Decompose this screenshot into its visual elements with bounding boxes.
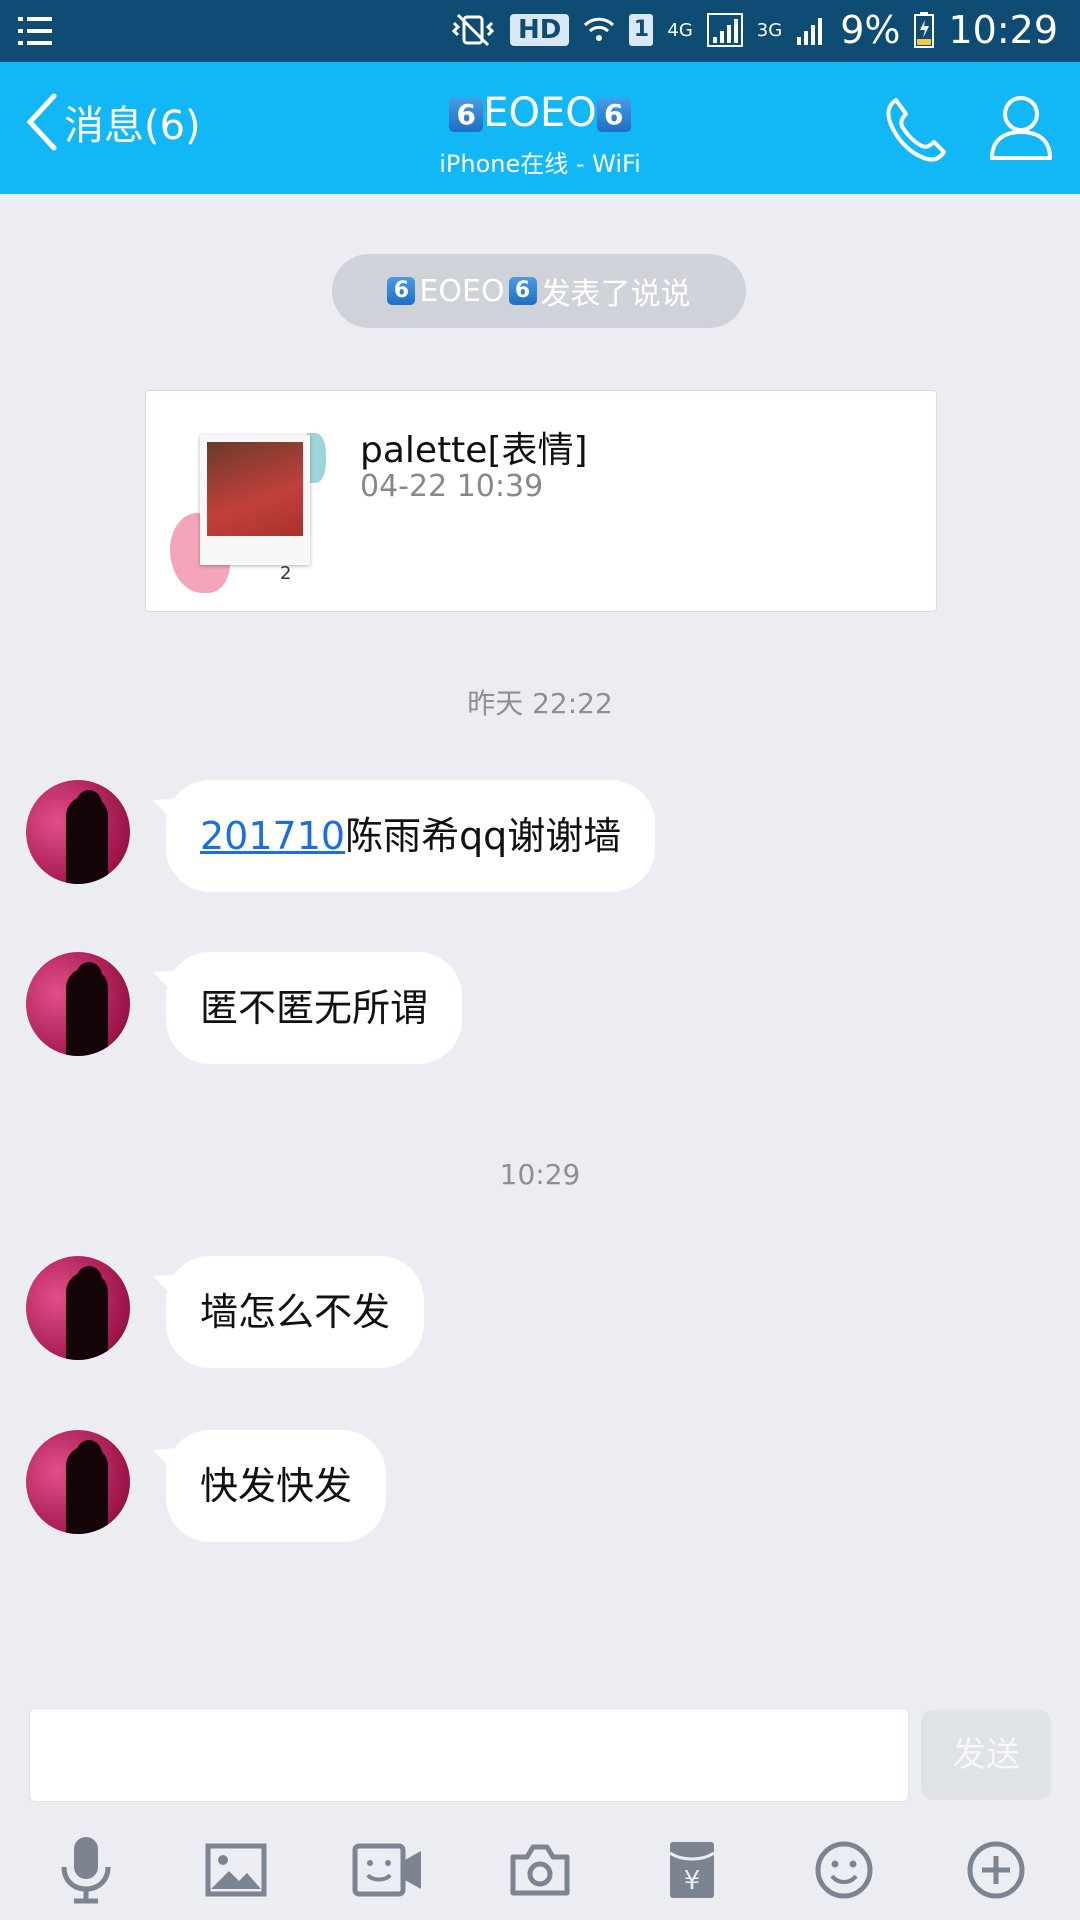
emoji-six-icon: 6 — [449, 98, 484, 132]
status-bar: HD 1 4G 3G 9% 10:29 — [0, 0, 1080, 62]
image-count: 2 — [280, 563, 292, 584]
red-packet-icon: ¥ — [669, 1842, 715, 1898]
mute-vibrate-icon — [451, 13, 495, 47]
send-button[interactable]: 发送 — [921, 1710, 1051, 1800]
message-text: 快发快发 — [200, 1464, 353, 1508]
notice-name: EOEO — [419, 273, 505, 309]
message-text: 陈雨希qq谢谢墙 — [345, 814, 622, 858]
network-3g-label: 3G — [756, 19, 783, 41]
network-4g-label: 4G — [667, 19, 693, 41]
post-thumbnail: 2 — [170, 433, 326, 593]
chat-header: 消息(6) 6 EOEO 6 iPhone在线 - WiFi — [0, 62, 1080, 194]
svg-text:¥: ¥ — [684, 1866, 701, 1896]
message-bubble[interactable]: 201710陈雨希qq谢谢墙 — [166, 780, 656, 892]
emoji-six-icon: 6 — [508, 277, 537, 305]
number-link[interactable]: 201710 — [200, 814, 345, 858]
post-title: palette[表情] — [360, 430, 588, 471]
message-bubble[interactable]: 匿不匿无所谓 — [166, 952, 463, 1064]
red-packet-icon[interactable]: ¥ — [652, 1830, 732, 1910]
phone-icon[interactable] — [882, 94, 952, 164]
message-input[interactable] — [29, 1708, 909, 1802]
video-icon — [352, 1843, 421, 1897]
message-bubble[interactable]: 墙怎么不发 — [166, 1256, 425, 1368]
status-update-notice[interactable]: 6 EOEO 6 发表了说说 — [332, 254, 746, 328]
post-time: 04-22 10:39 — [360, 469, 544, 504]
microphone-icon — [61, 1837, 111, 1904]
avatar[interactable] — [26, 952, 130, 1056]
hd-badge: HD — [510, 14, 570, 46]
input-toolbar: ¥ — [0, 1830, 1080, 1910]
avatar[interactable] — [26, 1430, 130, 1534]
image-icon — [205, 1843, 267, 1897]
plus-icon[interactable] — [956, 1830, 1036, 1910]
emoji-icon[interactable] — [804, 1830, 884, 1910]
sim-badge: 1 — [629, 14, 654, 46]
camera-icon — [510, 1844, 570, 1896]
contact-name-text: EOEO — [483, 90, 597, 136]
avatar[interactable] — [26, 1256, 130, 1360]
emoji-icon — [815, 1841, 873, 1899]
microphone-icon[interactable] — [46, 1830, 126, 1910]
message-timestamp: 昨天 22:22 — [467, 687, 613, 720]
wifi-icon — [584, 17, 615, 41]
image-icon[interactable] — [196, 1830, 276, 1910]
message-timestamp: 10:29 — [499, 1158, 581, 1191]
avatar[interactable] — [26, 780, 130, 884]
battery-percent: 9% — [840, 8, 901, 52]
notice-suffix: 发表了说说 — [540, 277, 691, 312]
camera-icon[interactable] — [500, 1830, 580, 1910]
status-time: 10:29 — [948, 8, 1058, 52]
emoji-six-icon: 6 — [596, 98, 631, 132]
battery-icon — [914, 12, 935, 48]
video-icon[interactable] — [348, 1830, 428, 1910]
signal-icon-2 — [797, 18, 823, 45]
message-bubble[interactable]: 快发快发 — [166, 1430, 387, 1542]
emoji-six-icon: 6 — [387, 277, 416, 305]
shared-post-card[interactable]: 2 palette[表情] 04-22 10:39 — [145, 390, 937, 612]
message-text: 墙怎么不发 — [200, 1290, 391, 1334]
signal-icon — [706, 13, 743, 47]
plus-icon — [967, 1841, 1025, 1899]
profile-icon[interactable] — [988, 92, 1054, 162]
menu-icon — [18, 17, 52, 45]
message-text: 匿不匿无所谓 — [200, 986, 429, 1030]
